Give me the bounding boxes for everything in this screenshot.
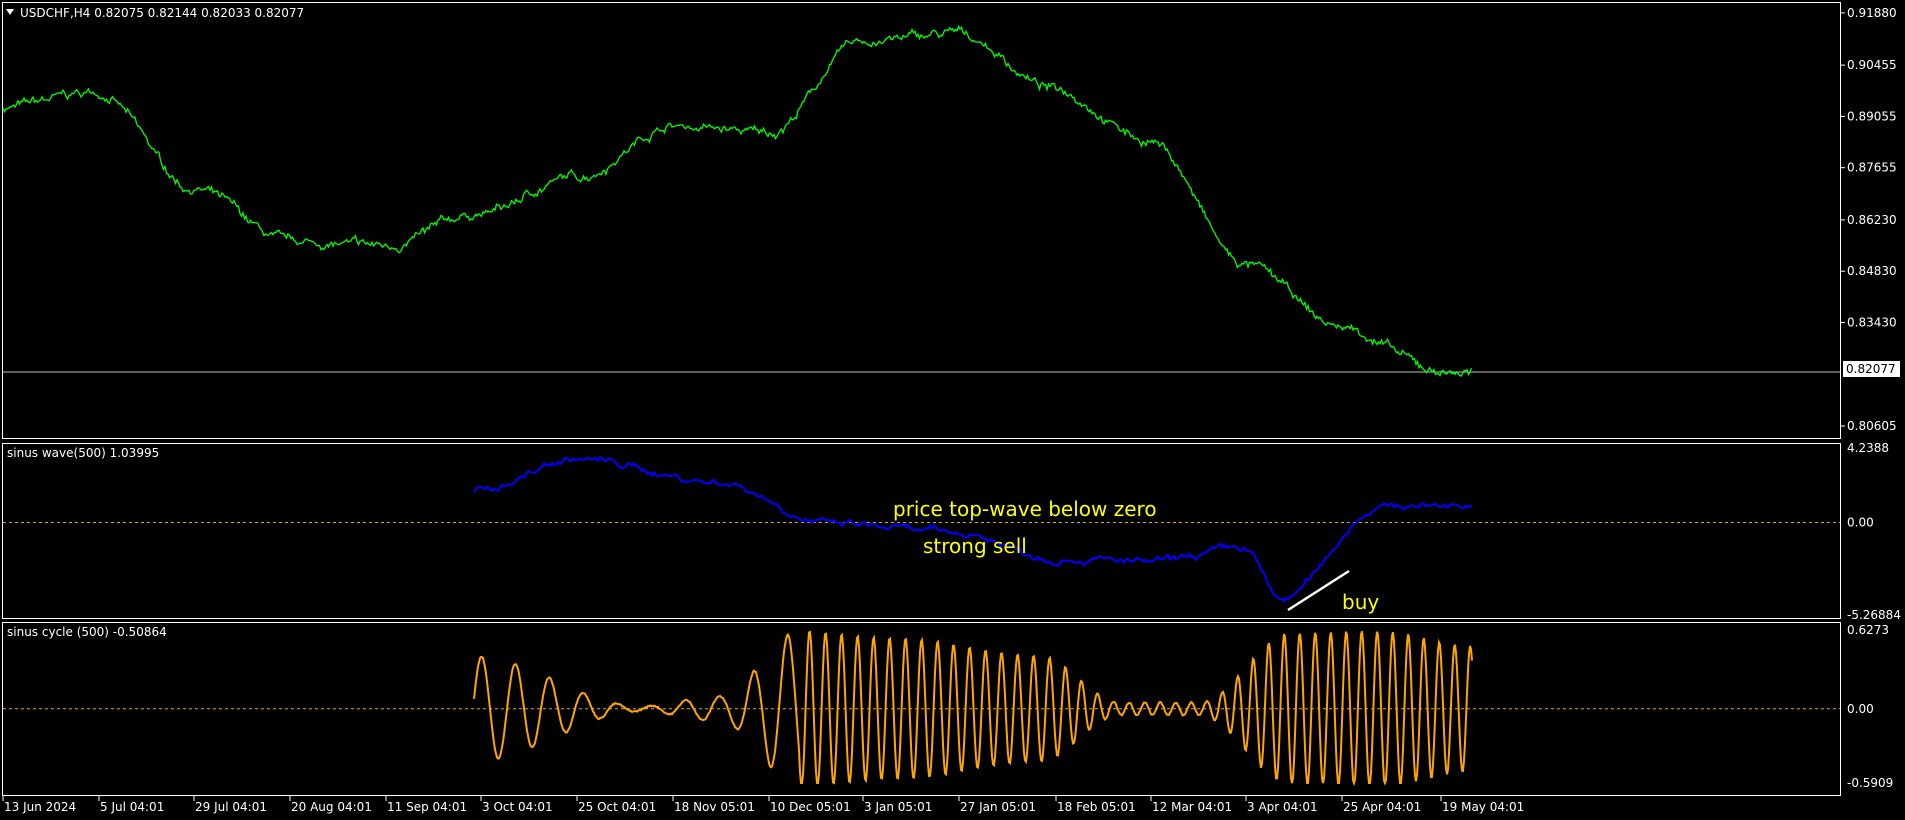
time-tick-label: 11 Sep 04:01 bbox=[387, 800, 467, 814]
time-tick-label: 13 Jun 2024 bbox=[4, 800, 76, 814]
time-tick-label: 3 Oct 04:01 bbox=[482, 800, 553, 814]
time-tick-label: 29 Jul 04:01 bbox=[195, 800, 267, 814]
annotation-price-top: price top-wave below zero bbox=[893, 497, 1157, 521]
cycle-series bbox=[473, 630, 1473, 787]
price-tick-label: 0.80605 bbox=[1847, 419, 1897, 433]
cycle-tick-label: -0.5909 bbox=[1847, 776, 1893, 790]
symbol-label: USDCHF,H4 0.82075 0.82144 0.82033 0.8207… bbox=[20, 6, 304, 20]
annotation-buy: buy bbox=[1342, 590, 1379, 614]
cycle-tick-label: 0.00 bbox=[1847, 702, 1874, 716]
time-tick-label: 27 Jan 05:01 bbox=[960, 800, 1036, 814]
price-tick-label: 0.91880 bbox=[1847, 6, 1897, 20]
wave-tick-label: 0.00 bbox=[1847, 515, 1874, 529]
price-tick-label: 0.89055 bbox=[1847, 109, 1897, 123]
price-panel-frame bbox=[2, 2, 1841, 439]
cycle-label: sinus cycle (500) -0.50864 bbox=[7, 625, 167, 639]
price-tick-label: 0.87655 bbox=[1847, 161, 1897, 175]
time-tick-label: 18 Feb 05:01 bbox=[1057, 800, 1136, 814]
time-tick-label: 10 Dec 05:01 bbox=[770, 800, 851, 814]
price-tick-label: 0.86230 bbox=[1847, 213, 1897, 227]
time-tick-label: 12 Mar 04:01 bbox=[1152, 800, 1232, 814]
time-tick-label: 3 Apr 04:01 bbox=[1247, 800, 1318, 814]
wave-series bbox=[473, 456, 1473, 604]
wave-tick-label: 4.2388 bbox=[1847, 441, 1889, 455]
annotation-strong-sell: strong sell bbox=[923, 534, 1027, 558]
wave-tick-label: -5.26884 bbox=[1847, 608, 1901, 622]
price-tick-label: 0.83430 bbox=[1847, 315, 1897, 329]
cycle-axis: 0.6273 0.00 -0.5909 bbox=[1847, 623, 1893, 790]
time-tick-label: 3 Jan 05:01 bbox=[864, 800, 932, 814]
wave-label: sinus wave(500) 1.03995 bbox=[7, 446, 159, 460]
triangle-down-icon[interactable] bbox=[6, 9, 14, 15]
time-tick-label: 25 Oct 04:01 bbox=[578, 800, 656, 814]
time-tick-label: 5 Jul 04:01 bbox=[100, 800, 164, 814]
cycle-tick-label: 0.6273 bbox=[1847, 623, 1889, 637]
time-tick-label: 19 May 04:01 bbox=[1442, 800, 1524, 814]
price-series bbox=[2, 24, 1473, 378]
wave-axis: 4.2388 0.00 -5.26884 bbox=[1847, 441, 1901, 622]
time-tick-label: 25 Apr 04:01 bbox=[1343, 800, 1421, 814]
time-axis: 13 Jun 2024 5 Jul 04:01 29 Jul 04:01 20 Aug… bbox=[2, 796, 1524, 814]
chart-canvas[interactable]: USDCHF,H4 0.82075 0.82144 0.82033 0.8207… bbox=[0, 0, 1905, 820]
time-tick-label: 20 Aug 04:01 bbox=[291, 800, 372, 814]
price-tick-label: 0.84830 bbox=[1847, 264, 1897, 278]
current-price-label: 0.82077 bbox=[1846, 362, 1896, 376]
price-tick-label: 0.90455 bbox=[1847, 58, 1897, 72]
time-tick-label: 18 Nov 05:01 bbox=[674, 800, 755, 814]
